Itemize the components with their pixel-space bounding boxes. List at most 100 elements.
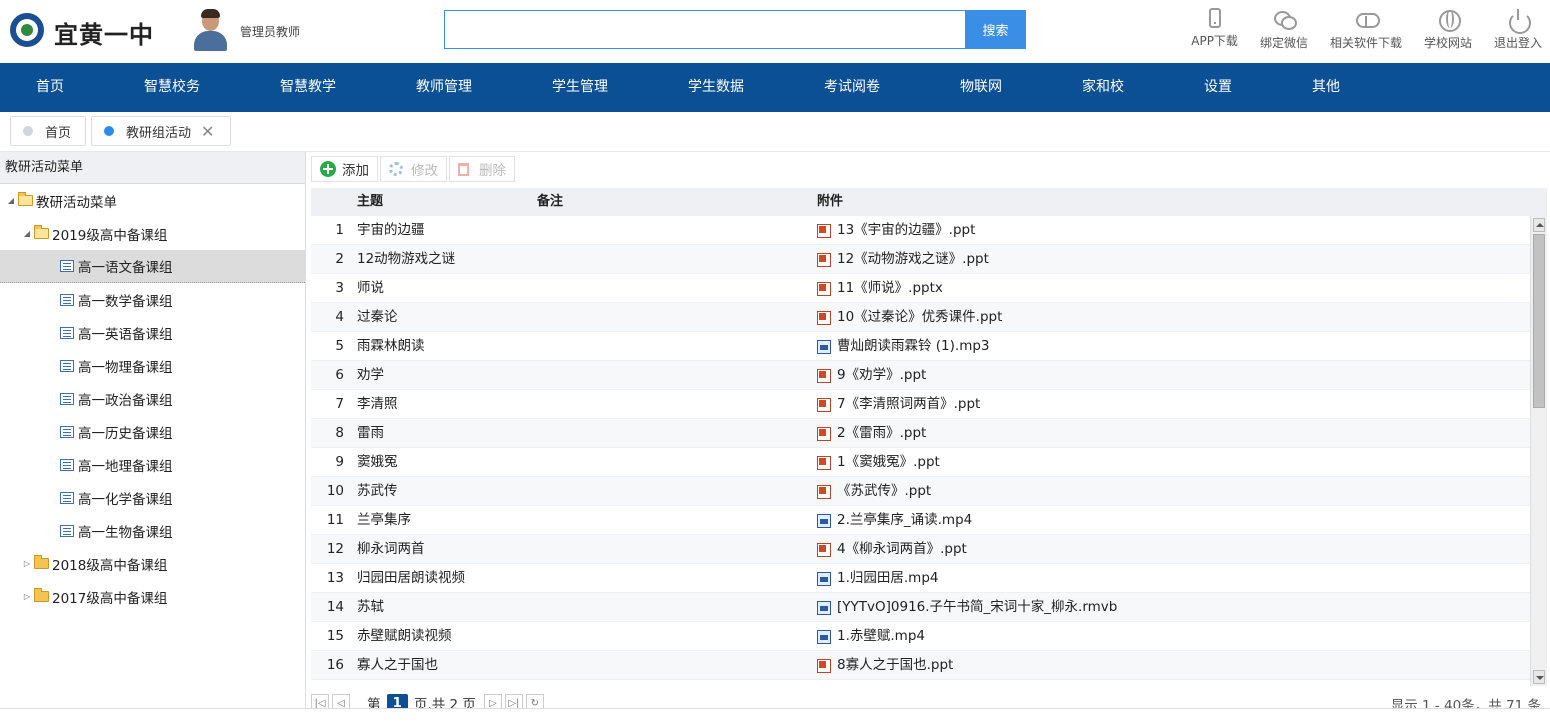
table-row[interactable]: 2 12动物游戏之谜 12《动物游戏之谜》.ppt [311,245,1530,274]
tree-item[interactable]: 高一英语备课组 [0,316,305,349]
tool-power[interactable]: 退出登入 [1494,8,1542,51]
user-avatar[interactable] [192,9,228,51]
edit-button[interactable]: 修改 [380,156,447,182]
tool-cloud-download[interactable]: 相关软件下载 [1330,8,1402,51]
row-attachment[interactable]: 1.赤壁赋.mp4 [817,622,925,651]
attachment-link[interactable]: 1《窦娥冤》.ppt [837,448,940,477]
tab-1[interactable]: 教研组活动 ✕ [91,116,231,146]
row-attachment[interactable]: 1《窦娥冤》.ppt [817,448,940,477]
tree-item[interactable]: 高一生物备课组 [0,514,305,547]
nav-item-9[interactable]: 设置 [1204,63,1232,112]
table-row[interactable]: 9 窦娥冤 1《窦娥冤》.ppt [311,448,1530,477]
row-attachment[interactable]: 1.归园田居.mp4 [817,564,938,593]
nav-item-3[interactable]: 教师管理 [416,63,472,112]
row-attachment[interactable]: 4《柳永词两首》.ppt [817,535,967,564]
tool-wechat[interactable]: 绑定微信 [1260,8,1308,51]
caret-right-icon[interactable]: ▷ [22,592,32,601]
row-attachment[interactable]: 9《劝学》.ppt [817,361,926,390]
tree-item[interactable]: 高一数学备课组 [0,283,305,316]
nav-item-0[interactable]: 首页 [36,63,64,112]
attachment-link[interactable]: 13《宇宙的边疆》.ppt [837,216,975,245]
table-row[interactable]: 1 宇宙的边疆 13《宇宙的边疆》.ppt [311,216,1530,245]
caret-down-icon[interactable]: ◢ [6,196,16,205]
tree-item[interactable]: 高一政治备课组 [0,382,305,415]
caret-right-icon[interactable]: ▷ [22,559,32,568]
row-attachment[interactable]: 8寡人之于国也.ppt [817,651,953,680]
attachment-link[interactable]: 10《过秦论》优秀课件.ppt [837,303,1002,332]
nav-item-5[interactable]: 学生数据 [688,63,744,112]
table-row[interactable]: 6 劝学 9《劝学》.ppt [311,361,1530,390]
table-row[interactable]: 5 雨霖林朗读 曹灿朗读雨霖铃 (1).mp3 [311,332,1530,361]
scroll-thumb[interactable] [1533,234,1545,408]
table-row[interactable]: 15 赤壁赋朗读视频 1.赤壁赋.mp4 [311,622,1530,651]
attachment-link[interactable]: 7《李清照词两首》.ppt [837,390,980,419]
attachment-link[interactable]: 12《动物游戏之谜》.ppt [837,245,989,274]
tool-phone[interactable]: APP下载 [1191,8,1238,51]
tree-item[interactable]: 高一化学备课组 [0,481,305,514]
nav-item-8[interactable]: 家和校 [1082,63,1124,112]
scroll-down-icon[interactable] [1533,670,1545,684]
tree-item[interactable]: ◢ 2019级高中备课组 [0,217,305,250]
column-header-attachment[interactable]: 附件 [817,188,843,216]
nav-item-4[interactable]: 学生管理 [552,63,608,112]
row-attachment[interactable]: 10《过秦论》优秀课件.ppt [817,303,1002,332]
close-icon[interactable]: ✕ [201,122,214,141]
tree-item[interactable]: 高一物理备课组 [0,349,305,382]
table-row[interactable]: 16 寡人之于国也 8寡人之于国也.ppt [311,651,1530,680]
attachment-link[interactable]: 1.赤壁赋.mp4 [837,622,925,651]
nav-item-2[interactable]: 智慧教学 [280,63,336,112]
table-row[interactable]: 10 苏武传 《苏武传》.ppt [311,477,1530,506]
search-button[interactable]: 搜索 [965,10,1026,49]
table-row[interactable]: 7 李清照 7《李清照词两首》.ppt [311,390,1530,419]
column-header-note[interactable]: 备注 [537,188,563,216]
attachment-link[interactable]: 2.兰亭集序_诵读.mp4 [837,506,972,535]
scroll-up-icon[interactable] [1533,218,1545,232]
table-row[interactable]: 8 雷雨 2《雷雨》.ppt [311,419,1530,448]
tree-item[interactable]: 高一地理备课组 [0,448,305,481]
attachment-link[interactable]: [YYTvO]0916.子午书简_宋词十家_柳永.rmvb [837,593,1117,622]
attachment-link[interactable]: 8寡人之于国也.ppt [837,651,953,680]
attachment-link[interactable]: 《苏武传》.ppt [837,477,931,506]
tree-item[interactable]: ▷ 2018级高中备课组 [0,547,305,580]
search-input[interactable] [444,10,966,49]
attachment-link[interactable]: 曹灿朗读雨霖铃 (1).mp3 [837,332,990,361]
attachment-link[interactable]: 1.归园田居.mp4 [837,564,938,593]
nav-item-7[interactable]: 物联网 [960,63,1002,112]
caret-down-icon[interactable]: ◢ [22,229,32,238]
tree-item[interactable]: ▷ 2017级高中备课组 [0,580,305,613]
row-attachment[interactable]: 曹灿朗读雨霖铃 (1).mp3 [817,332,990,361]
attachment-link[interactable]: 11《师说》.pptx [837,274,943,303]
add-button[interactable]: 添加 [311,156,378,182]
vertical-scrollbar[interactable] [1530,216,1547,686]
attachment-link[interactable]: 2《雷雨》.ppt [837,419,926,448]
row-attachment[interactable]: 7《李清照词两首》.ppt [817,390,980,419]
table-row[interactable]: 3 师说 11《师说》.pptx [311,274,1530,303]
attachment-link[interactable]: 9《劝学》.ppt [837,361,926,390]
row-attachment[interactable]: 12《动物游戏之谜》.ppt [817,245,989,274]
row-attachment[interactable]: [YYTvO]0916.子午书简_宋词十家_柳永.rmvb [817,593,1117,622]
tree-item[interactable]: 高一语文备课组 [0,250,305,283]
row-attachment[interactable]: 11《师说》.pptx [817,274,943,303]
table-row[interactable]: 14 苏轼 [YYTvO]0916.子午书简_宋词十家_柳永.rmvb [311,593,1530,622]
row-attachment[interactable]: 2《雷雨》.ppt [817,419,926,448]
table-row[interactable]: 4 过秦论 10《过秦论》优秀课件.ppt [311,303,1530,332]
attachment-link[interactable]: 4《柳永词两首》.ppt [837,535,967,564]
tab-0[interactable]: 首页 [10,116,86,146]
tool-globe[interactable]: 学校网站 [1424,8,1472,51]
table-row[interactable]: 11 兰亭集序 2.兰亭集序_诵读.mp4 [311,506,1530,535]
table-row[interactable]: 13 归园田居朗读视频 1.归园田居.mp4 [311,564,1530,593]
nav-item-10[interactable]: 其他 [1312,63,1340,112]
nav-item-6[interactable]: 考试阅卷 [824,63,880,112]
row-attachment[interactable]: 2.兰亭集序_诵读.mp4 [817,506,972,535]
row-attachment[interactable]: 13《宇宙的边疆》.ppt [817,216,975,245]
trash-icon [458,162,469,176]
tree-item[interactable]: ◢ 教研活动菜单 [0,184,305,217]
folder-icon [18,192,33,206]
row-attachment[interactable]: 《苏武传》.ppt [817,477,931,506]
school-logo-icon[interactable] [10,13,44,47]
nav-item-1[interactable]: 智慧校务 [144,63,200,112]
tree-item[interactable]: 高一历史备课组 [0,415,305,448]
table-row[interactable]: 12 柳永词两首 4《柳永词两首》.ppt [311,535,1530,564]
delete-button[interactable]: 删除 [449,156,515,182]
column-header-topic[interactable]: 主题 [357,188,383,216]
